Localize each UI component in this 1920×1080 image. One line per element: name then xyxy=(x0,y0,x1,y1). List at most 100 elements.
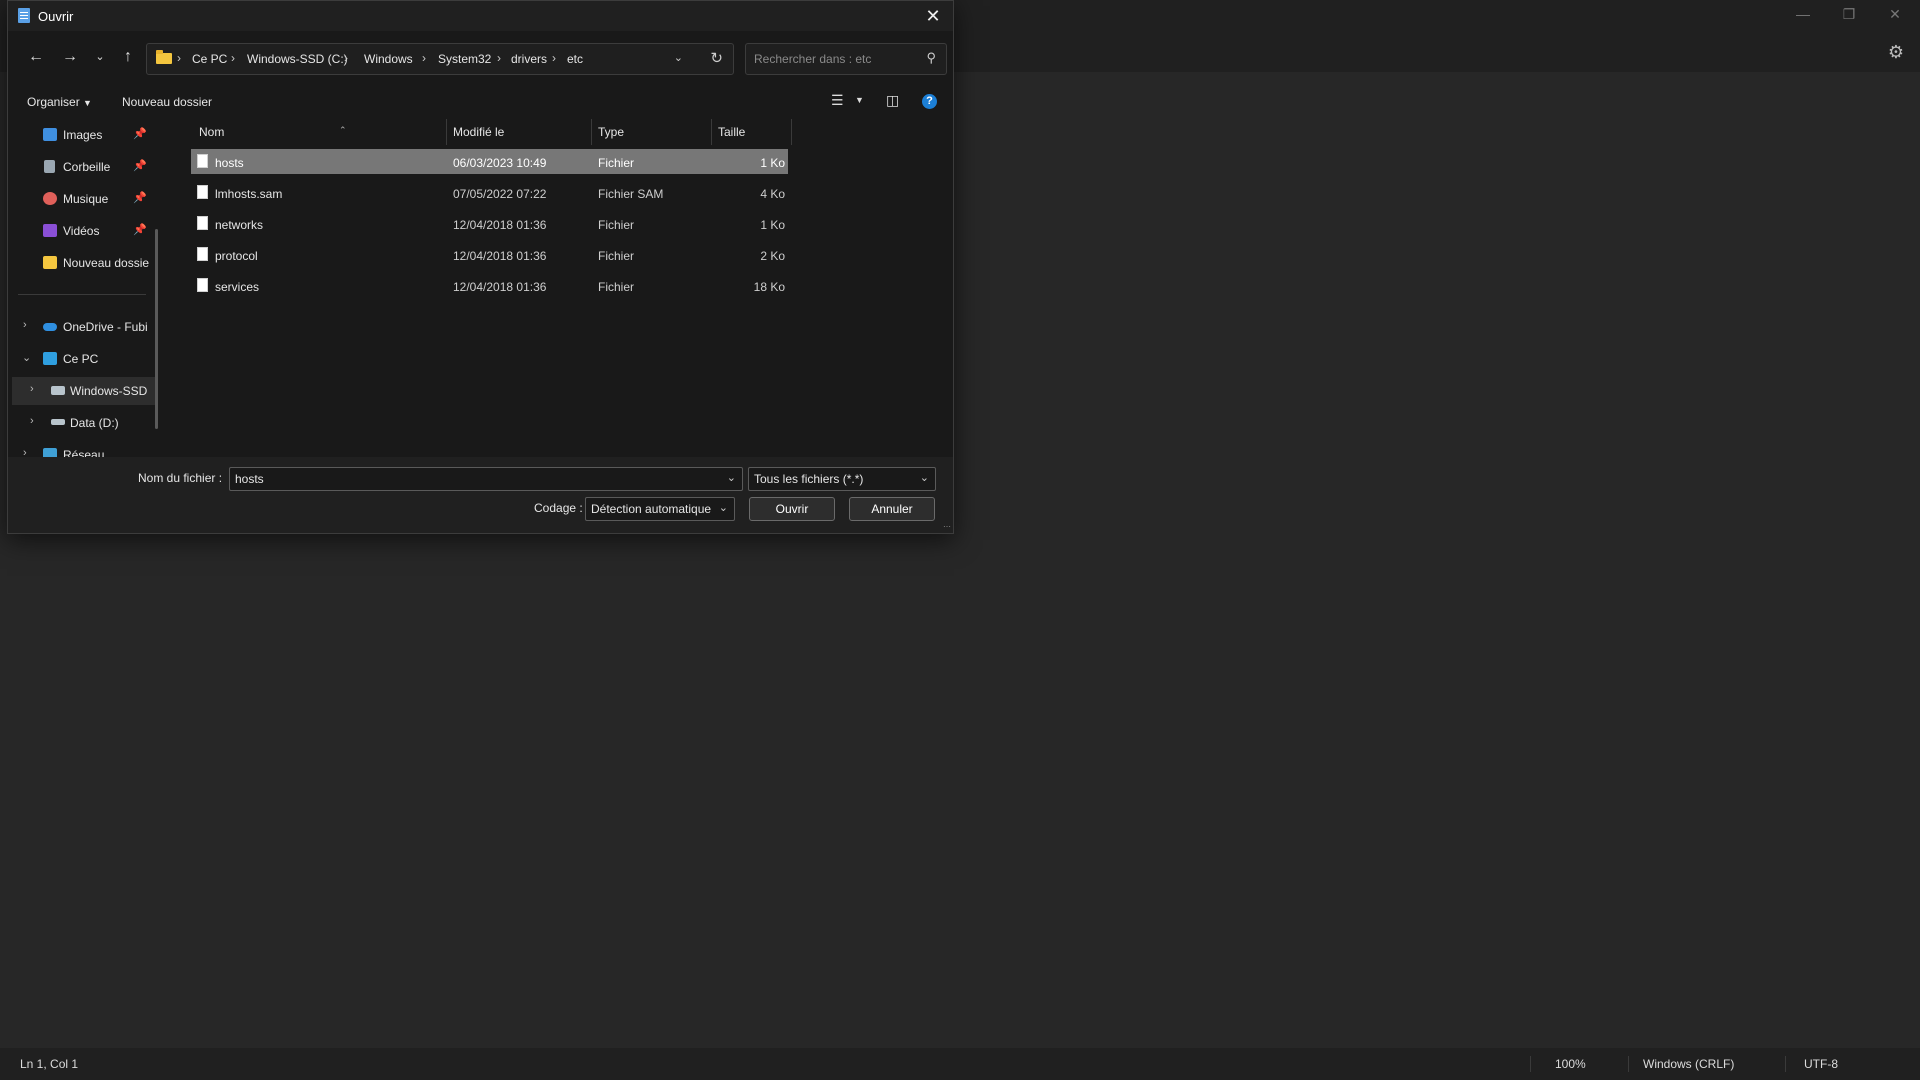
file-row[interactable]: protocol 12/04/2018 01:36 Fichier 2 Ko xyxy=(191,242,788,267)
search-placeholder: Rechercher dans : etc xyxy=(754,52,872,66)
nav-item-label: Images xyxy=(63,128,103,142)
breadcrumb-item[interactable]: drivers xyxy=(511,52,547,66)
breadcrumb-chevron-icon[interactable]: › xyxy=(344,51,348,65)
nav-item-label: Musique xyxy=(63,192,109,206)
file-name: protocol xyxy=(215,249,258,263)
status-divider xyxy=(1628,1056,1629,1072)
collapse-arrow-icon[interactable]: ⌄ xyxy=(22,351,31,364)
zoom-level[interactable]: 100% xyxy=(1555,1057,1586,1071)
filename-input[interactable]: hosts ⌄ xyxy=(229,467,743,491)
file-name: services xyxy=(215,280,260,294)
minimize-icon[interactable]: — xyxy=(1780,0,1826,28)
nav-item-onedrive[interactable]: › OneDrive - Fubi xyxy=(8,313,160,341)
column-header-name[interactable]: Nom xyxy=(199,125,224,139)
column-header-type[interactable]: Type xyxy=(598,125,624,139)
nav-item-videos[interactable]: Vidéos 📌 xyxy=(8,217,160,245)
dialog-close-icon[interactable]: ✕ xyxy=(917,1,949,31)
nav-item-network[interactable]: › Réseau xyxy=(8,441,160,457)
recent-locations-chevron-icon[interactable]: ⌄ xyxy=(88,45,112,69)
expand-arrow-icon[interactable]: › xyxy=(30,415,34,427)
column-header-modified[interactable]: Modifié le xyxy=(453,125,504,139)
organize-button[interactable]: Organiser ▼ xyxy=(27,95,92,109)
forward-arrow-icon[interactable]: → xyxy=(58,45,82,69)
file-size: 1 Ko xyxy=(760,156,785,170)
nav-item-windows-ssd[interactable]: › Windows-SSD xyxy=(12,377,156,405)
nav-item-this-pc[interactable]: ⌄ Ce PC xyxy=(8,345,160,373)
chevron-down-icon[interactable]: ⌄ xyxy=(920,471,929,484)
pin-icon[interactable]: 📌 xyxy=(133,159,147,172)
view-options-chevron-icon[interactable]: ▼ xyxy=(855,95,864,105)
filename-value: hosts xyxy=(235,472,264,486)
pin-icon[interactable]: 📌 xyxy=(133,191,147,204)
new-folder-button[interactable]: Nouveau dossier xyxy=(122,95,212,109)
preview-pane-icon[interactable]: ◫ xyxy=(886,92,899,109)
nav-item-recycle-bin[interactable]: Corbeille 📌 xyxy=(8,153,160,181)
nav-item-music[interactable]: Musique 📌 xyxy=(8,185,160,213)
expand-arrow-icon[interactable]: › xyxy=(23,447,27,457)
breadcrumb-item[interactable]: Windows xyxy=(364,52,413,66)
up-arrow-icon[interactable]: ↑ xyxy=(116,45,140,69)
file-type-filter[interactable]: Tous les fichiers (*.*) ⌄ xyxy=(748,467,936,491)
address-bar[interactable]: › Ce PC › Windows-SSD (C:) › Windows › S… xyxy=(146,43,734,75)
file-row[interactable]: services 12/04/2018 01:36 Fichier 18 Ko xyxy=(191,273,788,298)
open-button[interactable]: Ouvrir xyxy=(749,497,835,521)
expand-arrow-icon[interactable]: › xyxy=(23,319,27,331)
close-icon[interactable]: ✕ xyxy=(1872,0,1918,28)
breadcrumb-chevron-icon[interactable]: › xyxy=(497,51,501,65)
sort-ascending-icon: ⌃ xyxy=(339,125,347,135)
line-ending[interactable]: Windows (CRLF) xyxy=(1643,1057,1734,1071)
change-view-icon[interactable]: ☰ xyxy=(831,92,844,109)
file-row[interactable]: hosts 06/03/2023 10:49 Fichier 1 Ko xyxy=(191,149,788,174)
maximize-icon[interactable]: ❐ xyxy=(1826,0,1872,28)
chevron-down-icon[interactable]: ⌄ xyxy=(727,471,736,484)
breadcrumb-item[interactable]: etc xyxy=(567,52,583,66)
file-modified: 12/04/2018 01:36 xyxy=(453,249,547,263)
file-type: Fichier xyxy=(598,280,635,294)
chevron-down-icon[interactable]: ⌄ xyxy=(719,501,728,514)
search-box[interactable]: Rechercher dans : etc ⚲ xyxy=(745,43,947,75)
nav-item-label: Corbeille xyxy=(63,160,111,174)
folder-icon xyxy=(43,256,57,269)
encoding-select[interactable]: Détection automatique ⌄ xyxy=(585,497,735,521)
cancel-button[interactable]: Annuler xyxy=(849,497,935,521)
column-header-size[interactable]: Taille xyxy=(718,125,745,139)
file-row[interactable]: networks 12/04/2018 01:36 Fichier 1 Ko xyxy=(191,211,788,236)
breadcrumb-item[interactable]: System32 xyxy=(438,52,491,66)
navigation-bar: ← → ⌄ ↑ › Ce PC › Windows-SSD (C:) › Win… xyxy=(8,31,953,83)
column-divider[interactable] xyxy=(791,119,792,145)
nav-item-label: Réseau xyxy=(63,448,105,457)
breadcrumb-chevron-icon[interactable]: › xyxy=(231,51,235,65)
gear-icon[interactable]: ⚙ xyxy=(1884,40,1908,64)
breadcrumb-chevron-icon[interactable]: › xyxy=(552,51,556,65)
expand-arrow-icon[interactable]: › xyxy=(30,383,34,395)
filter-value: Tous les fichiers (*.*) xyxy=(754,472,864,486)
dialog-titlebar: Ouvrir ✕ xyxy=(8,1,953,31)
breadcrumb-chevron-icon[interactable]: › xyxy=(177,51,181,65)
file-modified: 06/03/2023 10:49 xyxy=(453,156,547,170)
address-dropdown-icon[interactable]: ⌄ xyxy=(674,51,683,64)
file-list: ⌃ Nom Modifié le Type Taille hosts 06/03… xyxy=(171,119,953,457)
pin-icon[interactable]: 📌 xyxy=(133,127,147,140)
column-divider[interactable] xyxy=(446,119,447,145)
breadcrumb-item[interactable]: Windows-SSD (C:) xyxy=(247,52,348,66)
nav-item-data-d[interactable]: › Data (D:) xyxy=(8,409,160,437)
breadcrumb-item[interactable]: Ce PC xyxy=(192,52,227,66)
back-arrow-icon[interactable]: ← xyxy=(24,45,48,69)
file-row[interactable]: lmhosts.sam 07/05/2022 07:22 Fichier SAM… xyxy=(191,180,788,205)
file-icon xyxy=(197,247,208,261)
column-divider[interactable] xyxy=(711,119,712,145)
search-icon[interactable]: ⚲ xyxy=(926,50,936,66)
file-icon xyxy=(197,216,208,230)
refresh-icon[interactable]: ↻ xyxy=(710,49,723,67)
help-icon[interactable]: ? xyxy=(922,94,937,109)
file-modified: 12/04/2018 01:36 xyxy=(453,218,547,232)
file-icon xyxy=(197,278,208,292)
column-divider[interactable] xyxy=(591,119,592,145)
pin-icon[interactable]: 📌 xyxy=(133,223,147,236)
nav-scrollbar[interactable] xyxy=(155,229,158,429)
breadcrumb-chevron-icon[interactable]: › xyxy=(422,51,426,65)
nav-item-new-folder[interactable]: Nouveau dossie xyxy=(8,249,160,277)
encoding-indicator[interactable]: UTF-8 xyxy=(1804,1057,1838,1071)
nav-item-images[interactable]: Images 📌 xyxy=(8,121,160,149)
resize-grip-icon[interactable]: ⋯ xyxy=(943,522,951,531)
